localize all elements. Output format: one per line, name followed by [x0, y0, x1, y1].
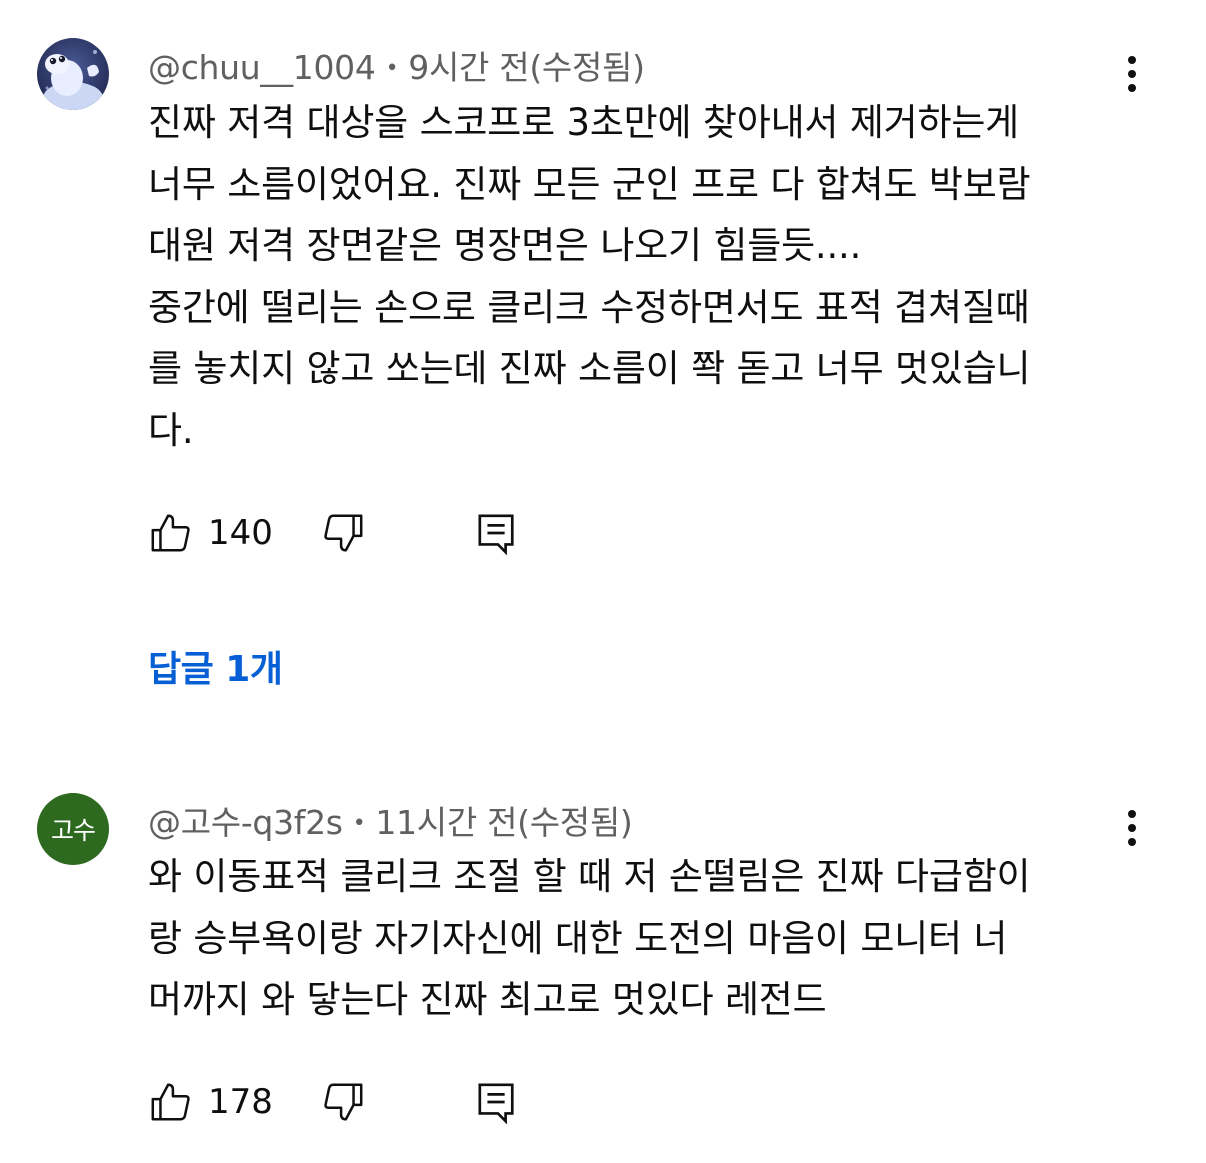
- more-vert-icon[interactable]: [1116, 806, 1148, 850]
- comment-meta: @고수-q3f2s • 11시간 전(수정됨): [148, 796, 633, 844]
- dislike-button[interactable]: [320, 508, 366, 558]
- avatar-image: [37, 38, 109, 110]
- reply-button[interactable]: [476, 508, 518, 558]
- thumbs-down-icon: [324, 514, 363, 552]
- dislike-button[interactable]: [320, 1077, 366, 1127]
- comment-text: 진짜 저격 대상을 스코프로 3초만에 찾아내서 제거하는게 너무 소름이었어요…: [148, 101, 1031, 452]
- comment-time: 9시간 전(수정됨): [408, 48, 645, 87]
- comment-actions: 140: [148, 508, 548, 558]
- comment-meta: @chuu__1004 • 9시간 전(수정됨): [148, 41, 645, 89]
- separator-dot: •: [385, 56, 399, 81]
- thumbs-up-icon: [151, 514, 190, 552]
- separator-dot: •: [352, 811, 366, 836]
- avatar[interactable]: [37, 38, 109, 110]
- author-name[interactable]: @고수-q3f2s: [148, 803, 343, 842]
- avatar[interactable]: 고수: [37, 793, 109, 865]
- author-name[interactable]: @chuu__1004: [148, 48, 376, 87]
- reply-button[interactable]: [476, 1077, 518, 1127]
- more-vert-icon[interactable]: [1116, 52, 1148, 96]
- view-replies-link[interactable]: 답글 1개: [148, 640, 283, 692]
- thumbs-up-icon: [151, 1083, 190, 1121]
- comment-actions: 178: [148, 1077, 548, 1127]
- thumbs-down-icon: [324, 1083, 363, 1121]
- like-count: 140: [208, 513, 273, 553]
- like-button[interactable]: 140: [148, 508, 273, 558]
- comment-item: 고수 @고수-q3f2s • 11시간 전(수정됨) 와 이동표적 클리크 조절 할…: [0, 760, 1206, 1163]
- reply-comment-icon: [478, 514, 514, 556]
- comment-text: 와 이동표적 클리크 조절 할 때 저 손떨림은 진짜 다급함이 랑 승부욕이랑…: [148, 855, 1031, 1021]
- reply-comment-icon: [478, 1083, 514, 1125]
- like-count: 178: [208, 1082, 273, 1122]
- like-button[interactable]: 178: [148, 1077, 273, 1127]
- comment-time: 11시간 전(수정됨): [375, 803, 633, 842]
- comment-item: @chuu__1004 • 9시간 전(수정됨) 진짜 저격 대상을 스코프로 3초…: [0, 0, 1206, 760]
